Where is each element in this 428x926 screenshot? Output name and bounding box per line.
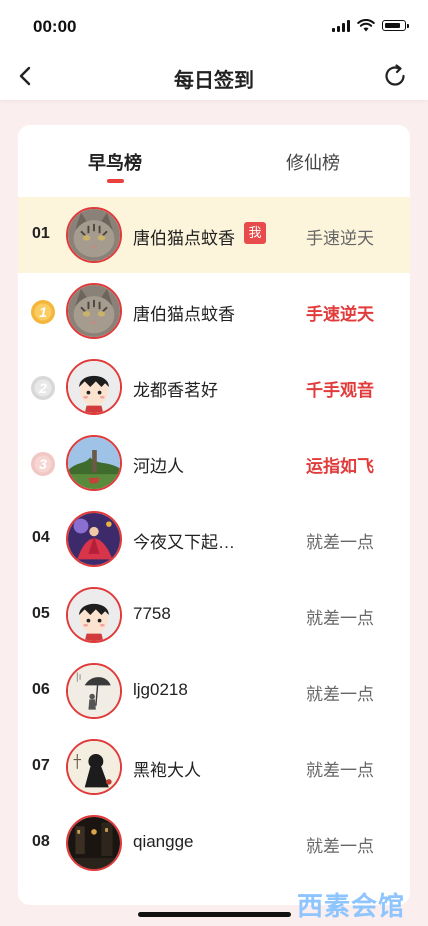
user-name: 唐伯猫点蚊香 — [133, 305, 235, 324]
speed-title: 千手观音 — [306, 381, 374, 400]
wifi-icon — [357, 19, 375, 32]
rank-number: 06 — [32, 681, 50, 698]
tab-bar: 早鸟榜 修仙榜 — [18, 125, 410, 195]
svg-text:3: 3 — [39, 456, 47, 472]
signal-icon — [332, 19, 350, 32]
cartoon-boy-avatar — [66, 359, 122, 415]
user-name: 黑袍大人 — [133, 761, 201, 780]
my-rank-row[interactable]: 01 唐伯猫点蚊香 我 手速逆天 — [18, 197, 410, 273]
dancer-avatar — [66, 511, 122, 567]
rank-number: 05 — [32, 605, 50, 622]
page-title: 每日签到 — [174, 70, 254, 92]
nav-bar: 每日签到 — [0, 52, 428, 100]
cat-avatar — [66, 207, 122, 263]
rank-number: 07 — [32, 757, 50, 774]
active-tab-indicator — [107, 179, 124, 183]
battery-icon — [382, 20, 409, 31]
bronze-medal-icon: 3 — [31, 452, 55, 476]
rank-row[interactable]: 3 河边人 运指如飞 — [18, 425, 410, 501]
speed-title: 手速逆天 — [306, 229, 374, 248]
rank-row[interactable]: 07 黑袍大人 就差一点 — [18, 729, 410, 805]
status-time: 00:00 — [33, 17, 77, 36]
user-name: 唐伯猫点蚊香 — [133, 229, 235, 248]
umbrella-avatar — [66, 663, 122, 719]
svg-text:1: 1 — [39, 304, 47, 320]
refresh-button[interactable] — [382, 63, 408, 89]
home-indicator[interactable] — [138, 912, 291, 917]
cartoon-boy-avatar — [66, 587, 122, 643]
cat-avatar — [66, 283, 122, 339]
rank-row[interactable]: 2 龙都香茗好 千手观音 — [18, 349, 410, 425]
status-icons — [332, 19, 409, 32]
rank-number: 01 — [32, 225, 50, 242]
speed-title: 就差一点 — [306, 533, 374, 552]
rank-row[interactable]: 08 qiangge 就差一点 — [18, 805, 410, 881]
user-name: 7758 — [133, 604, 171, 623]
rank-number: 08 — [32, 833, 50, 850]
leaderboard-card: 早鸟榜 修仙榜 01 唐伯猫点蚊香 我 手速逆天 1 唐伯猫点蚊香 手速逆天 2… — [18, 125, 410, 905]
rank-row[interactable]: 05 7758 就差一点 — [18, 577, 410, 653]
tab-cultivation[interactable]: 修仙榜 — [238, 149, 388, 175]
tab-early-bird[interactable]: 早鸟榜 — [40, 149, 190, 175]
speed-title: 运指如飞 — [306, 457, 374, 476]
rank-number: 04 — [32, 529, 50, 546]
ink-figure-avatar — [66, 739, 122, 795]
user-name: 龙都香茗好 — [133, 381, 218, 400]
gold-medal-icon: 1 — [31, 300, 55, 324]
speed-title: 就差一点 — [306, 609, 374, 628]
speed-title: 就差一点 — [306, 685, 374, 704]
status-bar: 00:00 — [0, 0, 428, 52]
dark-street-avatar — [66, 815, 122, 871]
user-name: 今夜又下起… — [133, 533, 235, 552]
svg-text:2: 2 — [38, 380, 47, 396]
silver-medal-icon: 2 — [31, 376, 55, 400]
me-badge: 我 — [244, 222, 266, 244]
speed-title: 就差一点 — [306, 761, 374, 780]
speed-title: 手速逆天 — [306, 305, 374, 324]
watermark-logo: 西素会馆 — [297, 891, 406, 921]
landscape-avatar — [66, 435, 122, 491]
user-name: ljg0218 — [133, 680, 188, 699]
user-name: 河边人 — [133, 457, 184, 476]
rank-row[interactable]: 06 ljg0218 就差一点 — [18, 653, 410, 729]
user-name: qiangge — [133, 832, 194, 851]
rank-row[interactable]: 04 今夜又下起… 就差一点 — [18, 501, 410, 577]
rank-row[interactable]: 1 唐伯猫点蚊香 手速逆天 — [18, 273, 410, 349]
speed-title: 就差一点 — [306, 837, 374, 856]
